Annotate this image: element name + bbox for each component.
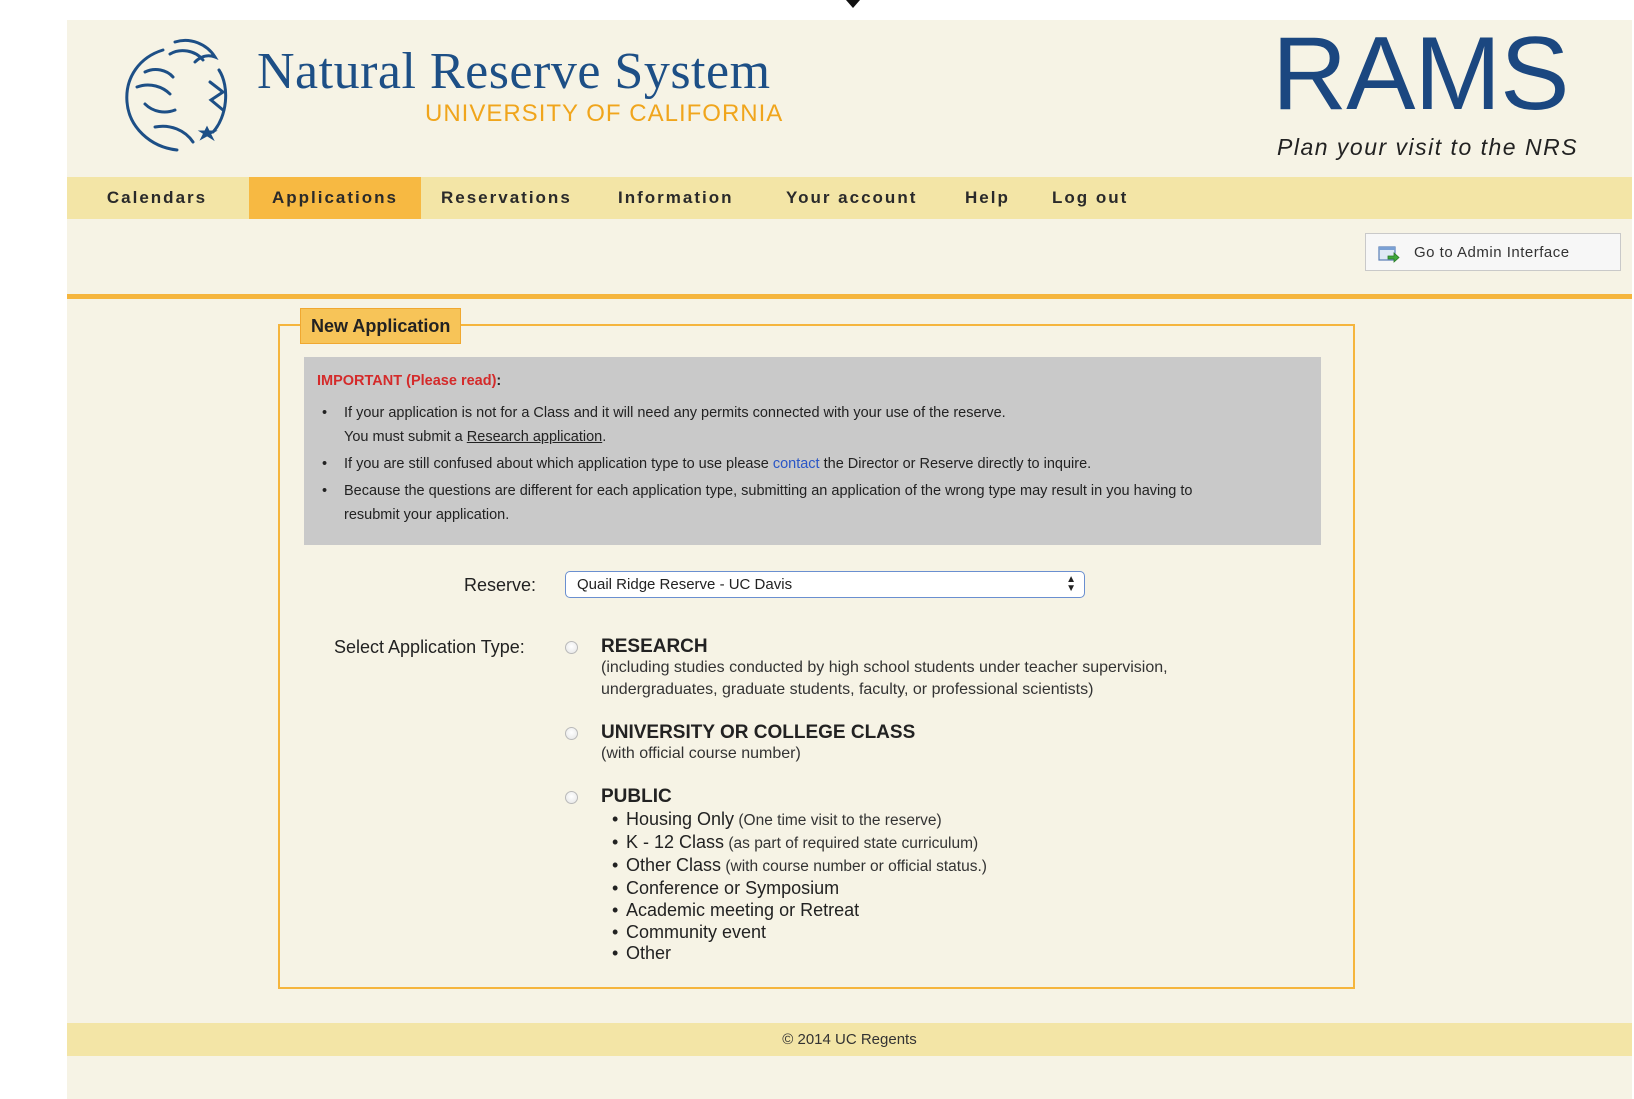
research-option-desc-2: undergraduates, graduate students, facul… [601,681,1094,698]
new-application-legend: New Application [300,308,462,344]
public-item: • Other Class (with course number or offi… [612,855,987,875]
nav-item-applications[interactable]: Applications [249,177,421,219]
nav-item-reservations[interactable]: Reservations [441,177,572,219]
research-application-link[interactable]: Research application [467,429,602,445]
reserve-label: Reserve: [464,575,537,595]
app-title: RAMS [1272,16,1569,132]
class-option-desc: (with official course number) [601,745,801,762]
footer: © 2014 UC Regents [67,1023,1632,1056]
public-item: • Housing Only (One time visit to the res… [612,809,942,829]
reserve-select[interactable]: Quail Ridge Reserve - UC Davis ▲ ▼ [565,571,1085,598]
admin-button-label: Go to Admin Interface [1414,244,1570,261]
nav-item-log-out[interactable]: Log out [1052,177,1128,219]
admin-go-icon [1378,246,1400,263]
mouse-cursor [846,0,860,8]
page: Natural Reserve System UNIVERSITY OF CAL… [67,20,1632,1099]
notice-bullet: • [322,405,328,421]
research-option-title: RESEARCH [601,636,708,657]
sub-toolbar: Go to Admin Interface [67,219,1632,299]
brand-title: Natural Reserve System [257,43,771,100]
admin-interface-button[interactable]: Go to Admin Interface [1365,233,1621,271]
notice-item-3-line-1: Because the questions are different for … [344,483,1193,499]
notice-bullet: • [322,456,328,472]
brand-subtitle: UNIVERSITY OF CALIFORNIA [425,100,784,127]
nrs-logo-icon [125,38,228,152]
reserve-select-value: Quail Ridge Reserve - UC Davis [577,576,793,593]
public-option-title: PUBLIC [601,786,672,807]
public-item: • Conference or Symposium [612,878,840,898]
main-nav: Calendars Applications Reservations Info… [67,177,1632,219]
notice-item-2: If you are still confused about which ap… [344,456,1092,472]
public-item: • Academic meeting or Retreat [612,900,860,920]
class-option-title: UNIVERSITY OR COLLEGE CLASS [601,722,916,743]
important-notice: IMPORTANT (Please read): • If your appli… [304,357,1321,545]
nav-item-information[interactable]: Information [618,177,734,219]
public-item: • Community event [612,922,767,942]
public-item: • Other [612,943,672,963]
notice-title: IMPORTANT (Please read): [317,373,502,389]
header: Natural Reserve System UNIVERSITY OF CAL… [67,20,1632,177]
research-radio[interactable] [565,641,578,654]
nav-item-your-account[interactable]: Your account [786,177,917,219]
notice-item-1-line-2: You must submit a Research application. [344,429,607,445]
notice-bullet: • [322,483,328,499]
notice-item-1-line-1: If your application is not for a Class a… [344,405,1006,421]
contact-link[interactable]: contact [773,456,820,472]
select-arrows-icon: ▲ ▼ [1066,574,1076,594]
application-type-label: Select Application Type: [334,637,525,657]
class-radio[interactable] [565,727,578,740]
public-item: • K - 12 Class (as part of required state… [612,832,979,852]
app-tagline: Plan your visit to the NRS [1277,134,1579,160]
public-radio[interactable] [565,791,578,804]
notice-item-3-line-2: resubmit your application. [344,507,510,523]
nav-item-help[interactable]: Help [965,177,1010,219]
nav-item-calendars[interactable]: Calendars [67,177,247,219]
research-option-desc-1: (including studies conducted by high sch… [601,659,1168,676]
